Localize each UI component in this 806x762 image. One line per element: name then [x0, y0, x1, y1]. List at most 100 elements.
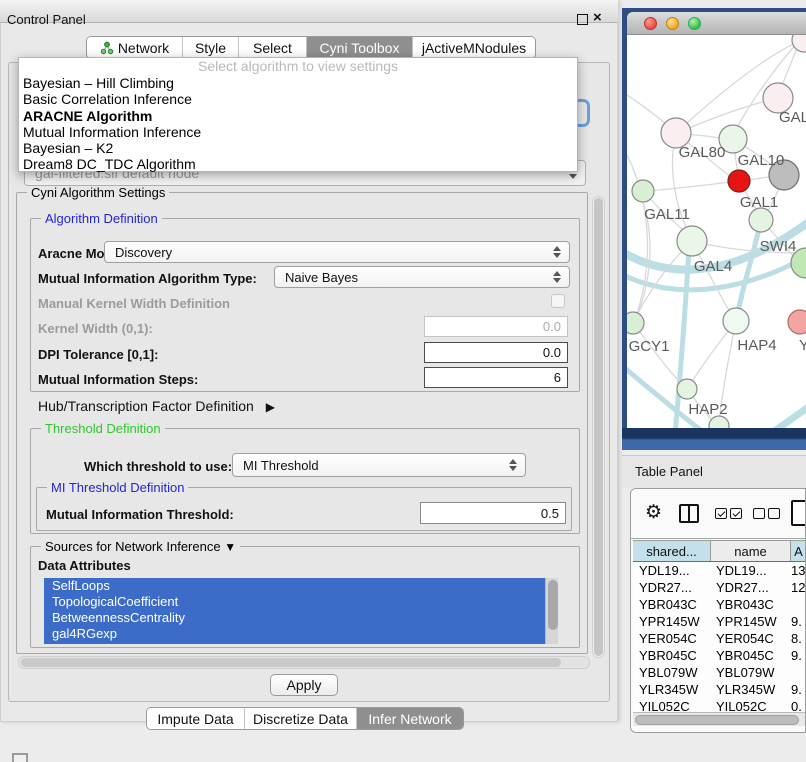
float-window-icon[interactable]: [577, 14, 588, 25]
new-column-icon[interactable]: [791, 500, 806, 526]
node-gal4[interactable]: [677, 226, 707, 256]
table-row[interactable]: YDL19...YDL19...13: [633, 563, 806, 580]
close-icon[interactable]: ×: [593, 9, 602, 26]
attribute-item[interactable]: TopologicalCoefficient: [44, 594, 558, 610]
mi-threshold-field[interactable]: 0.5: [420, 502, 566, 524]
cell-shared[interactable]: YPR145W: [633, 614, 711, 631]
cell-value[interactable]: 9.: [791, 648, 806, 665]
cell-name[interactable]: YER054C: [711, 631, 791, 648]
cell-value[interactable]: 9.: [791, 614, 806, 631]
cell-name[interactable]: YBR043C: [711, 597, 791, 614]
horizontal-scrollbar[interactable]: [18, 656, 590, 669]
column-header-name[interactable]: name: [711, 541, 791, 561]
cell-name[interactable]: YIL052C: [711, 699, 791, 712]
vertical-scrollbar[interactable]: [592, 196, 605, 658]
tab-cyni-toolbox[interactable]: Cyni Toolbox: [307, 37, 413, 58]
cell-name[interactable]: YBR045C: [711, 648, 791, 665]
apply-button[interactable]: Apply: [270, 674, 338, 696]
column-header-partial[interactable]: A: [791, 541, 806, 561]
cell-shared[interactable]: YBL079W: [633, 665, 711, 682]
dropdown-item-selected[interactable]: ARACNE Algorithm: [19, 108, 577, 124]
node-partial-top[interactable]: [792, 35, 806, 52]
cell-name[interactable]: YPR145W: [711, 614, 791, 631]
column-header-shared[interactable]: shared...: [633, 541, 711, 561]
table-row[interactable]: YER054CYER054C8.: [633, 631, 806, 648]
gear-icon[interactable]: ⚙: [645, 501, 662, 524]
which-threshold-combo[interactable]: MI Threshold: [232, 453, 526, 477]
cell-shared[interactable]: YBR045C: [633, 648, 711, 665]
split-columns-icon[interactable]: [679, 504, 699, 523]
list-scrollbar-thumb[interactable]: [548, 580, 558, 630]
zoom-traffic-light[interactable]: [688, 17, 701, 30]
cell-value[interactable]: [791, 597, 806, 614]
cell-shared[interactable]: YLR345W: [633, 682, 711, 699]
cell-shared[interactable]: YBR043C: [633, 597, 711, 614]
cell-name[interactable]: YBL079W: [711, 665, 791, 682]
attribute-item[interactable]: SelfLoops: [44, 578, 558, 594]
cell-shared[interactable]: YDL19...: [633, 563, 711, 580]
aracne-mode-combo[interactable]: Discovery: [104, 241, 570, 263]
mi-type-combo[interactable]: Naive Bayes: [274, 266, 570, 288]
cell-shared[interactable]: YDR27...: [633, 580, 711, 597]
cell-shared[interactable]: YER054C: [633, 631, 711, 648]
horizontal-scrollbar-thumb[interactable]: [21, 658, 561, 667]
dropdown-item[interactable]: Basic Correlation Inference: [19, 91, 577, 107]
cell-value[interactable]: [791, 665, 806, 682]
expand-arrow-icon[interactable]: ▶: [266, 400, 275, 414]
dropdown-item[interactable]: Dream8 DC_TDC Algorithm: [19, 156, 577, 172]
kernel-width-field[interactable]: 0.0: [424, 316, 568, 337]
dropdown-item[interactable]: Bayesian – K2: [19, 140, 577, 156]
select-all-icon[interactable]: [715, 508, 742, 519]
algorithm-dropdown-list[interactable]: Select algorithm to view settings Bayesi…: [18, 57, 578, 172]
tab-discretize-data[interactable]: Discretize Data: [245, 708, 357, 729]
list-scrollbar[interactable]: [545, 578, 558, 644]
network-view-window[interactable]: GAL GAL80 GAL10 GAL1 GAL11 SWI4 GAL4 GCY…: [622, 8, 806, 450]
tab-infer-network[interactable]: Infer Network: [357, 708, 463, 729]
table-row[interactable]: YPR145WYPR145W9.: [633, 614, 806, 631]
node-hap4[interactable]: [723, 308, 749, 334]
cell-value[interactable]: 12: [791, 580, 806, 597]
attribute-item[interactable]: BetweennessCentrality: [44, 610, 558, 626]
table-row[interactable]: YIL052CYIL052C0.: [633, 699, 806, 712]
tab-jactivemnodules[interactable]: jActiveMNodules: [413, 37, 535, 58]
control-panel-titlebar[interactable]: [0, 0, 618, 23]
tab-impute-data[interactable]: Impute Data: [147, 708, 245, 729]
cell-value[interactable]: 0.: [791, 699, 806, 712]
cell-name[interactable]: YLR345W: [711, 682, 791, 699]
tab-select[interactable]: Select: [239, 37, 307, 58]
collapsed-panel-icon[interactable]: [12, 753, 28, 762]
node-swi4[interactable]: [749, 208, 773, 232]
mi-steps-field[interactable]: 6: [424, 367, 568, 388]
node-salmon-partial[interactable]: [788, 310, 806, 334]
node-gal11[interactable]: [632, 180, 654, 202]
dropdown-item[interactable]: Mutual Information Inference: [19, 124, 577, 140]
cell-shared[interactable]: YIL052C: [633, 699, 711, 712]
collapse-arrow-icon[interactable]: ▼: [224, 540, 236, 554]
node-gcy1[interactable]: [627, 312, 644, 334]
network-window-titlebar[interactable]: [627, 12, 806, 35]
close-traffic-light[interactable]: [644, 17, 657, 30]
data-attributes-list[interactable]: SelfLoops TopologicalCoefficient Between…: [44, 578, 558, 644]
cell-name[interactable]: YDR27...: [711, 580, 791, 597]
vertical-scrollbar-thumb[interactable]: [594, 198, 603, 656]
table-horizontal-scrollbar[interactable]: [633, 712, 805, 726]
node-gal1-red[interactable]: [728, 170, 750, 192]
hub-definition-toggle[interactable]: Hub/Transcription Factor Definition ▶: [38, 398, 275, 414]
cell-name[interactable]: YDL19...: [711, 563, 791, 580]
minimize-traffic-light[interactable]: [666, 17, 679, 30]
cell-value[interactable]: 13: [791, 563, 806, 580]
table-row[interactable]: YLR345WYLR345W9.: [633, 682, 806, 699]
table-row[interactable]: YBL079WYBL079W: [633, 665, 806, 682]
manual-kernel-checkbox[interactable]: [551, 294, 565, 308]
table-row[interactable]: YDR27...YDR27...12: [633, 580, 806, 597]
deselect-all-icon[interactable]: [753, 508, 780, 519]
cell-value[interactable]: 8.: [791, 631, 806, 648]
tab-style[interactable]: Style: [183, 37, 239, 58]
attribute-item[interactable]: gal4RGexp: [44, 626, 558, 642]
tab-network[interactable]: Network: [87, 37, 183, 58]
dropdown-item[interactable]: Bayesian – Hill Climbing: [19, 75, 577, 91]
table-row[interactable]: YBR043CYBR043C: [633, 597, 806, 614]
table-row[interactable]: YBR045CYBR045C9.: [633, 648, 806, 665]
node-hap2[interactable]: [677, 379, 697, 399]
cell-value[interactable]: 9.: [791, 682, 806, 699]
